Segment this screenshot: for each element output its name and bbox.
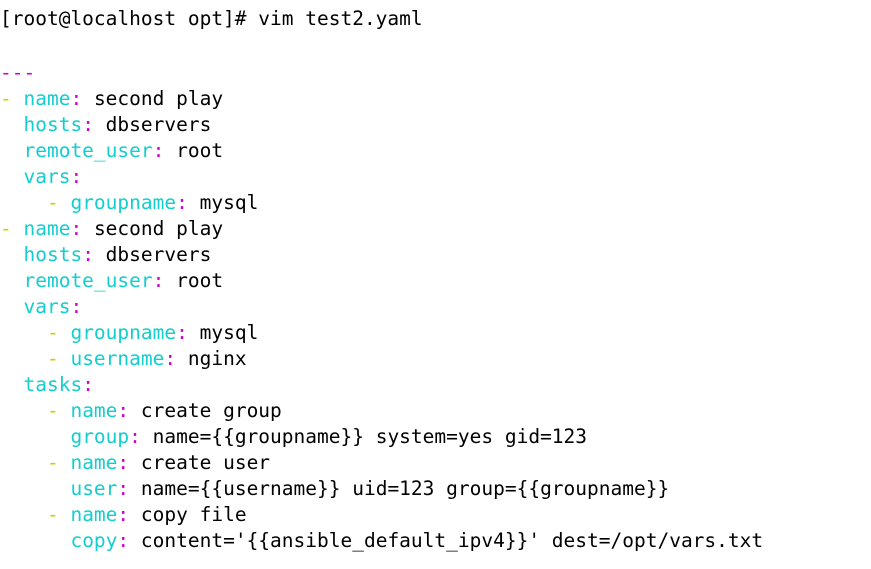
list-item-dash: - bbox=[46, 503, 71, 526]
yaml-value: name={{username}} uid=123 group={{groupn… bbox=[140, 477, 670, 500]
yaml-value: mysql bbox=[199, 191, 259, 214]
yaml-colon: : bbox=[117, 451, 141, 474]
yaml-key: name bbox=[70, 503, 118, 526]
yaml-colon: : bbox=[176, 321, 200, 344]
yaml-value: create group bbox=[140, 399, 282, 422]
yaml-colon: : bbox=[117, 529, 141, 552]
yaml-colon: : bbox=[176, 191, 200, 214]
yaml-value: mysql bbox=[199, 321, 259, 344]
yaml-colon: : bbox=[70, 217, 94, 240]
yaml-value: copy file bbox=[140, 503, 247, 526]
document-start-marker: --- bbox=[0, 61, 36, 84]
yaml-colon: : bbox=[129, 425, 153, 448]
yaml-colon: : bbox=[117, 399, 141, 422]
yaml-key: tasks bbox=[23, 373, 83, 396]
yaml-line[interactable]: - name: create group bbox=[0, 398, 871, 424]
yaml-line[interactable]: vars: bbox=[0, 164, 871, 190]
yaml-key: vars bbox=[23, 295, 71, 318]
yaml-key: remote_user bbox=[23, 139, 153, 162]
yaml-colon: : bbox=[82, 243, 106, 266]
yaml-line[interactable]: - name: second play bbox=[0, 216, 871, 242]
yaml-line[interactable]: - name: second play bbox=[0, 86, 871, 112]
shell-prompt-line: [root@localhost opt]# vim test2.yaml bbox=[0, 7, 423, 30]
yaml-key: name bbox=[23, 87, 71, 110]
yaml-line[interactable]: copy: content='{{ansible_default_ipv4}}'… bbox=[0, 528, 871, 554]
yaml-key: copy bbox=[70, 529, 118, 552]
yaml-value: second play bbox=[93, 87, 224, 110]
list-item-dash: - bbox=[46, 191, 71, 214]
yaml-line[interactable]: remote_user: root bbox=[0, 138, 871, 164]
yaml-value: dbservers bbox=[105, 113, 212, 136]
yaml-line[interactable]: tasks: bbox=[0, 372, 871, 398]
yaml-colon: : bbox=[117, 477, 141, 500]
yaml-line[interactable]: - groupname: mysql bbox=[0, 320, 871, 346]
yaml-colon: : bbox=[70, 87, 94, 110]
yaml-value: root bbox=[176, 269, 224, 292]
yaml-key: groupname bbox=[70, 191, 177, 214]
yaml-line[interactable]: hosts: dbservers bbox=[0, 112, 871, 138]
yaml-value: second play bbox=[93, 217, 224, 240]
yaml-line[interactable]: hosts: dbservers bbox=[0, 242, 871, 268]
yaml-key: name bbox=[70, 451, 118, 474]
yaml-line[interactable]: - name: copy file bbox=[0, 502, 871, 528]
yaml-value: name={{groupname}} system=yes gid=123 bbox=[152, 425, 588, 448]
yaml-key: groupname bbox=[70, 321, 177, 344]
yaml-colon: : bbox=[82, 113, 106, 136]
yaml-colon: : bbox=[117, 503, 141, 526]
yaml-line[interactable]: --- bbox=[0, 60, 871, 86]
yaml-key: username bbox=[70, 347, 165, 370]
yaml-key: user bbox=[70, 477, 118, 500]
yaml-key: hosts bbox=[23, 113, 83, 136]
yaml-line[interactable]: - name: create user bbox=[0, 450, 871, 476]
yaml-key: name bbox=[23, 217, 71, 240]
yaml-value: dbservers bbox=[105, 243, 212, 266]
yaml-value: root bbox=[176, 139, 224, 162]
terminal-window[interactable]: [root@localhost opt]# vim test2.yaml ---… bbox=[0, 0, 871, 569]
yaml-line[interactable]: remote_user: root bbox=[0, 268, 871, 294]
yaml-colon: : bbox=[152, 139, 177, 162]
yaml-key: group bbox=[70, 425, 130, 448]
yaml-line[interactable]: user: name={{username}} uid=123 group={{… bbox=[0, 476, 871, 502]
yaml-colon: : bbox=[152, 269, 177, 292]
yaml-line[interactable]: - groupname: mysql bbox=[0, 190, 871, 216]
yaml-value: create user bbox=[140, 451, 271, 474]
list-item-dash: - bbox=[46, 321, 71, 344]
yaml-value: nginx bbox=[187, 347, 247, 370]
yaml-value: content='{{ansible_default_ipv4}}' dest=… bbox=[140, 529, 764, 552]
yaml-key: vars bbox=[23, 165, 71, 188]
list-item-dash: - bbox=[0, 217, 24, 240]
yaml-line[interactable]: - username: nginx bbox=[0, 346, 871, 372]
list-item-dash: - bbox=[46, 451, 71, 474]
yaml-colon: : bbox=[82, 373, 94, 396]
yaml-colon: : bbox=[70, 165, 83, 188]
yaml-colon: : bbox=[164, 347, 188, 370]
yaml-colon: : bbox=[70, 295, 83, 318]
vim-buffer[interactable]: --- - name: second play hosts: dbservers … bbox=[0, 60, 871, 554]
list-item-dash: - bbox=[46, 347, 71, 370]
yaml-key: hosts bbox=[23, 243, 83, 266]
list-item-dash: - bbox=[0, 87, 24, 110]
list-item-dash: - bbox=[46, 399, 71, 422]
yaml-line[interactable]: vars: bbox=[0, 294, 871, 320]
yaml-key: remote_user bbox=[23, 269, 153, 292]
yaml-key: name bbox=[70, 399, 118, 422]
yaml-line[interactable]: group: name={{groupname}} system=yes gid… bbox=[0, 424, 871, 450]
